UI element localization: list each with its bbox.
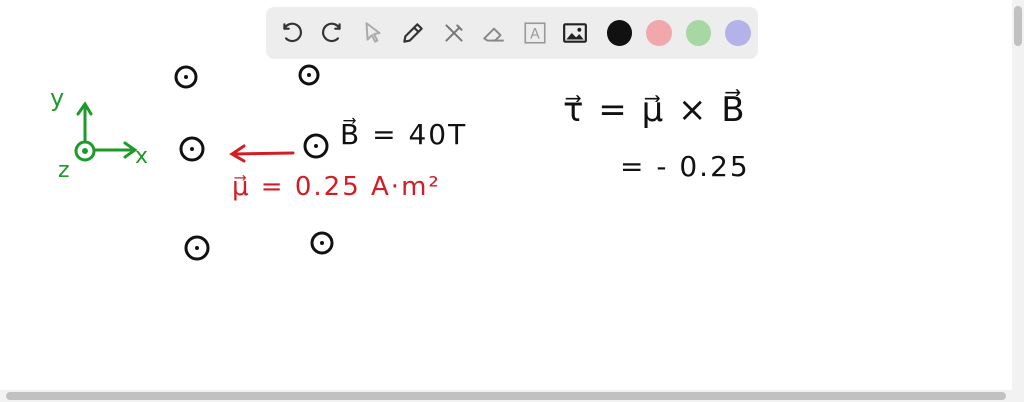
moment-arrow — [229, 144, 295, 163]
vertical-scroll-thumb[interactable] — [1014, 6, 1022, 46]
torque-result: = - 0.25 — [620, 150, 750, 183]
axis-z-label: z — [58, 158, 72, 183]
field-dot-2 — [298, 64, 320, 86]
coordinate-axes — [74, 101, 138, 162]
horizontal-scrollbar[interactable] — [0, 390, 1024, 402]
moment-equation: μ⃗ = 0.25 A·m² — [232, 172, 441, 202]
field-dot-5 — [184, 235, 210, 261]
field-dot-6 — [310, 231, 334, 255]
field-equation: B⃗ = 40T — [340, 118, 468, 151]
field-dot-3 — [179, 136, 205, 162]
horizontal-scroll-thumb[interactable] — [6, 392, 1006, 400]
axis-x-label: x — [135, 144, 151, 169]
whiteboard-canvas[interactable] — [0, 0, 1012, 390]
torque-equation: τ⃗ = μ⃗ × B⃗ — [563, 90, 747, 130]
vertical-scrollbar[interactable] — [1012, 0, 1024, 390]
field-dot-4 — [303, 133, 329, 159]
field-dot-1 — [174, 65, 198, 89]
axis-y-label: y — [50, 84, 67, 112]
